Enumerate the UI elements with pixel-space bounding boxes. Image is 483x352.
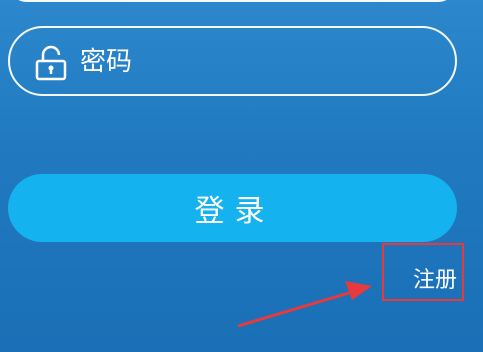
login-button[interactable]: 登录 <box>8 174 457 242</box>
register-link[interactable]: 注册 <box>413 262 457 294</box>
lock-icon <box>34 45 68 81</box>
login-screen: 登录 注册 <box>0 0 483 352</box>
password-input[interactable] <box>80 42 440 82</box>
password-field[interactable] <box>8 26 457 96</box>
username-field[interactable] <box>8 0 457 2</box>
